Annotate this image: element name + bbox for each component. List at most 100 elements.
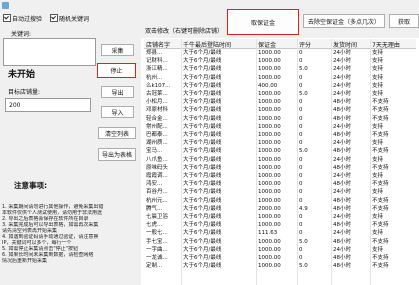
table-row[interactable]: 小松月... 大于6个月/最线 1000.00 0 48小时 不支持 bbox=[144, 98, 416, 106]
table-row[interactable]: 定制... 大于6个月/最线 1000.00 5.0 48小时 不支持 bbox=[144, 262, 416, 270]
table-row[interactable]: 八爪鱼... 大于6个月/最线 1000.00 0 24小时 支持 bbox=[144, 156, 416, 164]
table-cell: 大于6个月/最线 bbox=[183, 74, 222, 81]
table-cell: 48小时 bbox=[333, 238, 351, 245]
table-cell: 4.9 bbox=[299, 205, 308, 212]
table-row[interactable]: 腾气... 大于6个月/最线 2000.00 4.9 48小时 不支持 bbox=[144, 205, 416, 213]
table-cell: 大于6个月/最线 bbox=[183, 123, 222, 130]
keyword-label: 关键词: bbox=[11, 31, 32, 38]
table-cell: 不支持 bbox=[372, 148, 389, 155]
table-cell: 0 bbox=[299, 197, 303, 204]
table-cell: 一字曲... bbox=[146, 246, 168, 253]
table-cell: 一龙诚... bbox=[146, 255, 168, 261]
table-cell: 不支持 bbox=[372, 107, 389, 114]
random-keyword-checkbox[interactable] bbox=[50, 14, 58, 22]
table-cell: 5.0 bbox=[299, 263, 308, 270]
clear-empty-deposit-button[interactable]: 去除空保证金（多点几次） bbox=[303, 14, 385, 28]
table-cell: 大于6个月/最线 bbox=[183, 238, 222, 245]
table-cell: 不支持 bbox=[372, 197, 389, 204]
table-cell: 大于6个月/最线 bbox=[183, 140, 222, 147]
import-button[interactable]: 导入 bbox=[101, 106, 134, 118]
table-row[interactable]: 常州配... 大于6个月/最线 1000.00 0 24小时 支持 bbox=[144, 123, 416, 131]
table-cell: 常州配... bbox=[146, 123, 168, 130]
table-row[interactable]: 巴都泰... 大于6个月/最线 1000.00 0 48小时 不支持 bbox=[144, 131, 416, 139]
table-cell: 24小时 bbox=[333, 91, 351, 97]
table-row[interactable]: 鸿安... 大于6个月/最线 1000.00 0 48小时 不支持 bbox=[144, 180, 416, 188]
table-row[interactable]: 一龙诚... 大于6个月/最线 1000.00 0 48小时 不支持 bbox=[144, 254, 416, 262]
table-cell: 大于6个月/最线 bbox=[183, 173, 222, 179]
table-cell: 支持 bbox=[372, 230, 384, 237]
table-row[interactable]: 霞霞调... 大于6个月/最线 1000.00 0 24小时 支持 bbox=[144, 172, 416, 180]
collect-button[interactable]: 采集 bbox=[101, 44, 134, 56]
table-cell: 支持 bbox=[372, 140, 384, 147]
table-cell: 0 bbox=[299, 99, 303, 106]
table-row[interactable]: 一字曲... 大于6个月/最线 1000.00 0 24小时 支持 bbox=[144, 246, 416, 254]
table-cell: 48小时 bbox=[333, 222, 351, 229]
table-row[interactable]: 浙江精... 大于6个月/最线 1000.00 5.0 24小时 支持 bbox=[144, 65, 416, 73]
table-row[interactable]: 杭州元... 大于6个月/最线 1000.00 0 48小时 不支持 bbox=[144, 197, 416, 205]
column-header[interactable]: 千牛最后登陆时间 bbox=[183, 40, 231, 49]
table-cell: 48小时 bbox=[333, 181, 351, 188]
table-cell: 24小时 bbox=[333, 123, 351, 130]
table-row[interactable]: 宝马... 大于6个月/最线 1000.00 5.0 48小时 不支持 bbox=[144, 147, 416, 155]
table-row[interactable]: 轻合金... 大于6个月/最线 1000.00 0 48小时 不支持 bbox=[144, 115, 416, 123]
table-row[interactable]: 杭州... 大于6个月/最线 1000.00 0 24小时 支持 bbox=[144, 74, 416, 82]
table-cell: 大于6个月/最线 bbox=[183, 263, 222, 270]
table-cell: 么k107... bbox=[146, 82, 171, 89]
table-cell: 大于6个月/最线 bbox=[183, 58, 222, 65]
table-cell: 1000.00 bbox=[258, 66, 281, 73]
table-cell: 48小时 bbox=[333, 255, 351, 261]
target-input[interactable]: 200 bbox=[5, 98, 91, 112]
table-cell: 0 bbox=[299, 58, 303, 65]
table-cell: 0 bbox=[299, 214, 303, 220]
random-keyword-label: 随机关键词 bbox=[59, 16, 90, 23]
table-row[interactable]: 手七宝... 大于6个月/最线 1000.00 5.0 48小时 不支持 bbox=[144, 238, 416, 246]
table-cell: 24小时 bbox=[333, 214, 351, 220]
status-title: 未开始 bbox=[8, 70, 36, 80]
table-cell: 0 bbox=[299, 246, 303, 253]
table-row[interactable]: 么k107... 大于6个月/最线 400.00 0 24小时 支持 bbox=[144, 82, 416, 90]
table-cell: 0 bbox=[299, 156, 303, 163]
table-cell: 大于6个月/最线 bbox=[183, 164, 222, 171]
table-cell: 1000.00 bbox=[258, 148, 281, 155]
table-row[interactable]: 邓原材科 大于6个月/最线 1000.00 0 48小时 不支持 bbox=[144, 106, 416, 114]
column-header[interactable]: 保证金 bbox=[258, 40, 276, 49]
table-row[interactable]: 百谷丹... 大于6个月/最线 1000.00 0 24小时 支持 bbox=[144, 188, 416, 196]
column-header[interactable]: 7天无理由 bbox=[372, 40, 400, 49]
clear-list-button[interactable]: 清空列表 bbox=[98, 127, 136, 139]
column-header[interactable]: 评分 bbox=[299, 40, 311, 49]
table-row[interactable]: 七虎... 大于6个月/最线 1000.00 0 48小时 不支持 bbox=[144, 221, 416, 229]
table-cell: 111.63 bbox=[258, 230, 278, 237]
table-cell: 手七宝... bbox=[146, 238, 168, 245]
stop-button[interactable]: 停止 bbox=[97, 63, 136, 78]
column-header[interactable]: 店铺名字 bbox=[146, 40, 170, 49]
table-row[interactable]: 一般七... 大于6个月/最线 111.63 0 24小时 支持 bbox=[144, 229, 416, 237]
table-cell: 400.00 bbox=[258, 82, 278, 89]
keyword-textarea[interactable] bbox=[3, 38, 96, 66]
table-cell: 支持 bbox=[372, 50, 384, 56]
table-row[interactable]: 记财科... 大于6个月/最线 1000.00 0 24小时 支持 bbox=[144, 57, 416, 65]
table-cell: 1000.00 bbox=[258, 181, 281, 188]
table-cell: 48小时 bbox=[333, 115, 351, 122]
table-cell: 不支持 bbox=[372, 115, 389, 122]
table-row[interactable]: 古冠莱... 大于6个月/最线 1000.00 5.0 24小时 支持 bbox=[144, 90, 416, 98]
table-row[interactable]: 七晨卫浴 大于6个月/最线 1000.00 0 24小时 支持 bbox=[144, 213, 416, 221]
table-row[interactable]: 湖州质... 大于6个月/最线 1000.00 0 24小时 支持 bbox=[144, 139, 416, 147]
export-table-button[interactable]: 导出为表格 bbox=[98, 148, 136, 161]
auto-search-checkbox[interactable] bbox=[3, 14, 11, 22]
table-cell: 48小时 bbox=[333, 99, 351, 106]
get-button[interactable]: 获取 bbox=[389, 14, 419, 28]
table-cell: 大于6个月/最线 bbox=[183, 132, 222, 138]
table-cell: 支持 bbox=[372, 246, 384, 253]
table-row[interactable]: 原味码头 大于6个月/最线 1000.00 0 48小时 不支持 bbox=[144, 164, 416, 172]
table-row[interactable]: 郑县... 大于6个月/最线 1000.00 0 24小时 支持 bbox=[144, 49, 416, 57]
table-cell: 杭州元... bbox=[146, 197, 168, 204]
get-deposit-button[interactable]: 取保证金 bbox=[227, 9, 299, 35]
table-cell: 不支持 bbox=[372, 164, 389, 171]
table-cell: 1000.00 bbox=[258, 140, 281, 147]
table-cell: 0 bbox=[299, 181, 303, 188]
column-header[interactable]: 发货时间 bbox=[333, 40, 357, 49]
table-cell: 0 bbox=[299, 123, 303, 130]
table-cell: 支持 bbox=[372, 91, 384, 97]
export-button[interactable]: 导出 bbox=[101, 86, 134, 98]
table-cell: 郑县... bbox=[146, 50, 163, 56]
